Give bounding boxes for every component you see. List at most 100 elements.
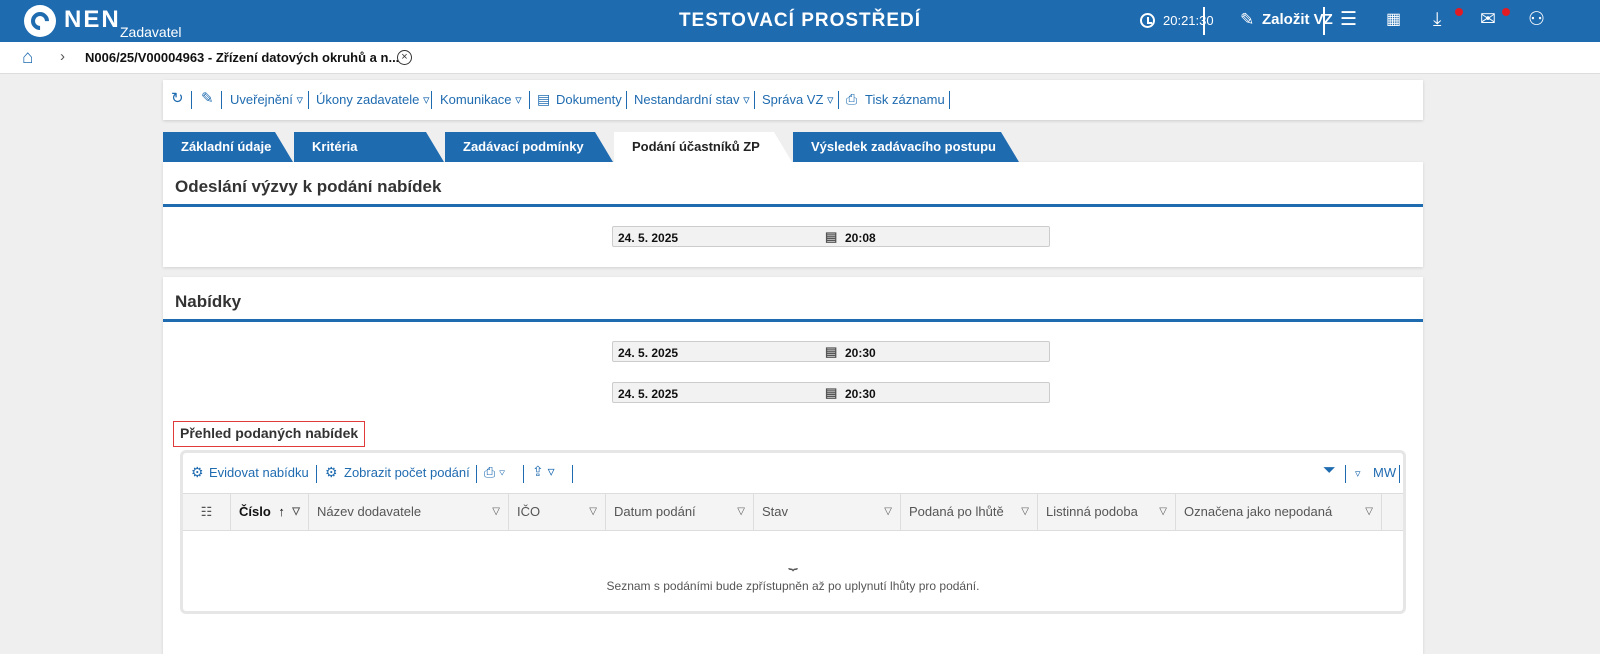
home-icon[interactable]: ⌂ [22, 47, 33, 69]
datum-zahajeni-field[interactable]: 24. 5. 2025 ▤ 20:08 [612, 226, 1050, 247]
filter-chevron-icon[interactable]: ▽ [884, 494, 892, 530]
datum-otevirani-field[interactable]: 24. 5. 2025 ▤ 20:30 [612, 382, 1050, 403]
toolbar-divider [308, 91, 309, 109]
breadcrumb[interactable]: N006/25/V00004963 - Zřízení datových okr… [85, 50, 399, 65]
menu-dokumenty[interactable]: Dokumenty [556, 92, 622, 107]
export-icon[interactable]: ⇪ ▿ [532, 463, 555, 480]
toolbar-divider [754, 91, 755, 109]
toolbar-divider [221, 91, 222, 109]
edit-icon[interactable]: ✎ [201, 89, 214, 107]
filter-chevron-icon[interactable]: ▽ [737, 494, 745, 530]
toolbar-divider [191, 91, 192, 109]
time-value: 20:08 [845, 231, 876, 245]
sort-ascending-icon: ↑ [278, 504, 285, 519]
toolbar-divider [431, 91, 432, 109]
print-icon[interactable]: ⎙ ▿ [484, 464, 505, 481]
empty-state-message: Seznam s podáními bude zpřístupněn až po… [606, 579, 980, 593]
mw-button[interactable]: MW [1373, 465, 1396, 480]
column-header-label: Označena jako nepodaná [1184, 504, 1333, 519]
environment-title: TESTOVACÍ PROSTŘEDÍ [678, 10, 922, 31]
download-notification-dot [1455, 8, 1463, 16]
column-header-oznacena-jako-nepodana[interactable]: Označena jako nepodaná ▽ [1176, 494, 1382, 530]
evidovat-nabidku-button[interactable]: Evidovat nabídku [209, 465, 309, 480]
grid-header: ☷ Číslo ↑ ▽ Název dodavatele ▽ IČO ▽ Dat… [183, 493, 1403, 531]
calendar-icon[interactable]: ▤ [825, 385, 837, 401]
date-value: 24. 5. 2025 [618, 387, 679, 401]
count-icon[interactable]: ⚙ [325, 464, 338, 481]
column-header-label: Název dodavatele [317, 504, 422, 519]
menu-sprava-vz[interactable]: Správa VZ ▿ [762, 92, 834, 108]
chevron-down-icon[interactable]: ▿ [1355, 467, 1361, 480]
filter-chevron-icon[interactable]: ▽ [1021, 494, 1029, 530]
column-header-cislo[interactable]: Číslo ↑ ▽ [231, 494, 309, 530]
clock-icon [1140, 13, 1155, 28]
section-title: Nabídky [175, 292, 242, 311]
user-icon[interactable]: ⚇ [1528, 8, 1545, 32]
close-breadcrumb-button[interactable]: × [397, 50, 412, 65]
column-header-listinna-podoba[interactable]: Listinná podoba ▽ [1038, 494, 1176, 530]
calendar-icon[interactable]: ▤ [825, 229, 837, 245]
register-offer-icon[interactable]: ⚙ [191, 464, 204, 481]
column-header-podana-po-lhute[interactable]: Podaná po lhůtě ▽ [901, 494, 1038, 530]
column-header-label: IČO [517, 504, 541, 519]
chevron-right-icon: › [60, 48, 65, 65]
grid-toolbar-divider [572, 465, 573, 483]
toolbar-divider [949, 91, 950, 109]
tab-vysledek-zadavaciho-postupu[interactable]: Výsledek zadávacího postupu [793, 132, 1019, 162]
offers-grid: ⚙ Evidovat nabídku ⚙ Zobrazit počet podá… [180, 450, 1406, 614]
grid-toolbar-divider [1345, 465, 1346, 483]
grid-toolbar-divider [316, 465, 317, 483]
menu-uverejneni[interactable]: Uveřejnění ▿ [230, 92, 303, 108]
column-header-stav[interactable]: Stav ▽ [754, 494, 901, 530]
column-settings-icon[interactable]: ☷ [183, 494, 231, 530]
filter-chevron-icon[interactable]: ▽ [589, 494, 597, 530]
menu-icon[interactable]: ☰ [1340, 8, 1357, 32]
filter-chevron-icon[interactable]: ▽ [1159, 494, 1167, 530]
action-toolbar: ↻ ✎ Uveřejnění ▿ Úkony zadavatele ▿ Komu… [163, 80, 1423, 120]
calendar-icon[interactable]: ▤ [825, 344, 837, 360]
empty-tray-icon: ⏟ [788, 553, 798, 570]
calendar-icon[interactable]: ▦ [1386, 8, 1401, 32]
zobrazit-pocet-podani-button[interactable]: Zobrazit počet podání [344, 465, 470, 480]
filter-icon[interactable]: ⏷ [1323, 462, 1336, 480]
menu-nestandardni-stav[interactable]: Nestandardní stav ▿ [634, 92, 750, 108]
toolbar-divider [626, 91, 627, 109]
mail-icon[interactable]: ✉ [1480, 8, 1496, 32]
tab-zadavaci-podminky[interactable]: Zadávací podmínky [445, 132, 613, 162]
filter-chevron-icon[interactable]: ▽ [492, 494, 500, 530]
top-bar: NEN Zadavatel TESTOVACÍ PROSTŘEDÍ 20:21:… [0, 0, 1600, 42]
tab-kriteria-hodnoceni[interactable]: Kritéria hodnocení [294, 132, 444, 184]
date-value: 24. 5. 2025 [618, 346, 679, 360]
print-icon[interactable]: ⎙ [846, 91, 857, 108]
tab-zakladni-udaje[interactable]: Základní údaje [163, 132, 293, 162]
column-header-label: Podaná po lhůtě [909, 504, 1004, 519]
time-value: 20:30 [845, 346, 876, 360]
column-header-label: Stav [762, 504, 789, 519]
menu-komunikace[interactable]: Komunikace ▿ [440, 92, 522, 108]
toolbar-divider [838, 91, 839, 109]
filter-chevron-icon[interactable]: ▽ [292, 494, 300, 530]
refresh-icon[interactable]: ↻ [171, 89, 184, 107]
grid-toolbar-divider [476, 465, 477, 483]
menu-tisk-zaznamu[interactable]: Tisk záznamu [865, 92, 945, 107]
menu-ukony-zadavatele[interactable]: Úkony zadavatele ▿ [316, 92, 429, 108]
session-clock: 20:21:30 [1163, 13, 1214, 28]
date-value: 24. 5. 2025 [618, 231, 679, 245]
lhuta-field[interactable]: 24. 5. 2025 ▤ 20:30 [612, 341, 1050, 362]
edit-icon[interactable]: ✎ [1240, 10, 1254, 30]
column-header-datum-podani[interactable]: Datum podání ▽ [606, 494, 754, 530]
column-header-label: Datum podání [614, 504, 696, 519]
document-icon[interactable]: ▤ [537, 91, 550, 108]
breadcrumb-bar: ⌂ › N006/25/V00004963 - Zřízení datových… [0, 42, 1600, 74]
grid-toolbar-divider [523, 465, 524, 483]
download-icon[interactable]: ⤓ [1433, 8, 1441, 32]
mail-notification-dot [1502, 8, 1510, 16]
column-header-nazev-dodavatele[interactable]: Název dodavatele ▽ [309, 494, 509, 530]
tab-podani-ucastniku[interactable]: Podání účastníků ZP [614, 132, 792, 162]
filter-chevron-icon[interactable]: ▽ [1365, 494, 1373, 530]
prehled-podanych-nabidek-title: Přehled podaných nabídek [173, 421, 366, 447]
time-value: 20:30 [845, 387, 876, 401]
section-underline [163, 204, 1423, 207]
column-header-label: Listinná podoba [1046, 504, 1138, 519]
column-header-ico[interactable]: IČO ▽ [509, 494, 606, 530]
